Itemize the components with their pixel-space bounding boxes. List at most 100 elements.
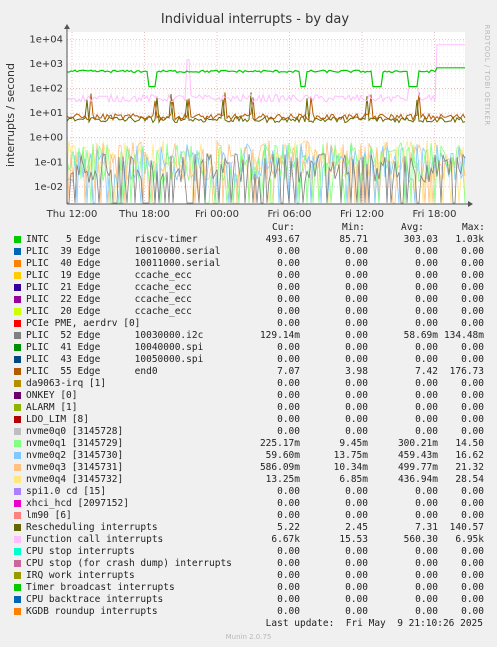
legend-min: 0.00 (345, 582, 368, 593)
legend-label: PLIC 52 Edge 10030000.i2c (26, 330, 204, 341)
legend-row: ALARM [1] 0.00 0.00 0.00 0.00 (14, 402, 490, 414)
legend-max: 0.00 (461, 390, 484, 401)
legend-label: spi1.0 cd [15] (26, 486, 107, 497)
legend-max: 0.00 (461, 594, 484, 605)
legend-row: nvme0q4 [3145732] 13.25m 6.85m 436.94m 28.54 (14, 474, 490, 486)
legend-min: 0.00 (345, 390, 368, 401)
legend-swatch (14, 320, 21, 327)
y-axis-arrow (64, 24, 70, 29)
legend-label: lm90 [6] (26, 510, 72, 521)
legend-min: 0.00 (345, 486, 368, 497)
legend-cur: 7.07 (277, 366, 300, 377)
legend-swatch (14, 332, 21, 339)
legend-row: PLIC 52 Edge 10030000.i2c 129.14m 0.00 58.6… (14, 330, 490, 342)
legend-row: INTC 5 Edge riscv-timer 493.67 85.71 303.03… (14, 234, 490, 246)
legend-row: PLIC 43 Edge 10050000.spi 0.00 0.00 0.00 0.0… (14, 354, 490, 366)
legend-swatch (14, 248, 21, 255)
x-tick-label: Fri 12:00 (340, 209, 384, 220)
chart: Individual interrupts - by day interrupt… (4, 12, 491, 220)
legend-max: 14.50 (455, 438, 484, 449)
legend-label: CPU stop interrupts (26, 546, 135, 557)
legend-max: 0.00 (461, 486, 484, 497)
legend-cur: 0.00 (277, 606, 300, 617)
legend-max: 6.95k (455, 534, 484, 545)
legend-cur: 0.00 (277, 582, 300, 593)
legend-row: KGDB roundup interrupts 0.00 0.00 0.00 0.00 (14, 606, 490, 618)
legend-row: PLIC 20 Edge ccache_ecc 0.00 0.00 0.00 0.00 (14, 306, 490, 318)
legend-swatch (14, 392, 21, 399)
legend-max: 16.62 (455, 450, 484, 461)
legend-label: PLIC 55 Edge end0 (26, 366, 158, 377)
legend-min: 0.00 (345, 342, 368, 353)
legend-cur: 0.00 (277, 390, 300, 401)
header-avg: Avg: (401, 222, 424, 233)
legend-max: 0.00 (461, 270, 484, 281)
legend-max: 28.54 (455, 474, 484, 485)
legend-max: 0.00 (461, 510, 484, 521)
legend-max: 0.00 (461, 606, 484, 617)
legend-swatch (14, 512, 21, 519)
legend-min: 0.00 (345, 330, 368, 341)
legend-swatch (14, 548, 21, 555)
legend-swatch (14, 236, 21, 243)
legend-label: PLIC 43 Edge 10050000.spi (26, 354, 204, 365)
legend-swatch (14, 452, 21, 459)
legend-min: 15.53 (339, 534, 368, 545)
legend-label: CPU stop (for crash dump) interrupts (26, 558, 232, 569)
legend-label: KGDB roundup interrupts (26, 606, 158, 617)
legend-row: ONKEY [0] 0.00 0.00 0.00 0.00 (14, 390, 490, 402)
legend-cur: 0.00 (277, 402, 300, 413)
legend-header: Cur: Min: Avg: Max: (14, 222, 490, 234)
legend-swatch (14, 440, 21, 447)
legend-min: 0.00 (345, 546, 368, 557)
legend-cur: 225.17m (259, 438, 300, 449)
legend-swatch (14, 404, 21, 411)
legend-label: CPU backtrace interrupts (26, 594, 164, 605)
rrdtool-credit: RRDTOOL / TOBI OETIKER (483, 24, 491, 125)
legend-cur: 0.00 (277, 294, 300, 305)
legend-min: 0.00 (345, 594, 368, 605)
legend-swatch (14, 500, 21, 507)
legend-label: PLIC 39 Edge 10010000.serial (26, 246, 221, 257)
legend-cur: 586.09m (259, 462, 300, 473)
legend-cur: 6.67k (271, 534, 300, 545)
header-max: Max: (462, 222, 485, 233)
legend-cur: 0.00 (277, 486, 300, 497)
legend-cur: 0.00 (277, 594, 300, 605)
y-tick-label: 1e+04 (29, 34, 63, 45)
legend-row: Timer broadcast interrupts 0.00 0.00 0.00 0.… (14, 582, 490, 594)
legend-label: Function call interrupts (26, 534, 164, 545)
legend-row: CPU stop interrupts 0.00 0.00 0.00 0.00 (14, 546, 490, 558)
legend-cur: 493.67 (265, 234, 300, 245)
legend-swatch (14, 608, 21, 615)
legend-min: 0.00 (345, 318, 368, 329)
legend-min: 0.00 (345, 510, 368, 521)
legend-label: nvme0q3 [3145731] (26, 462, 124, 473)
legend-row: nvme0q0 [3145728] 0.00 0.00 0.00 0.00 (14, 426, 490, 438)
legend-max: 0.00 (461, 402, 484, 413)
legend-swatch (14, 464, 21, 471)
legend-swatch (14, 380, 21, 387)
legend-swatch (14, 308, 21, 315)
legend-cur: 0.00 (277, 570, 300, 581)
y-tick-label: 1e-01 (34, 157, 63, 168)
legend-max: 0.00 (461, 498, 484, 509)
legend-swatch (14, 356, 21, 363)
legend-label: ALARM [1] (26, 402, 78, 413)
legend-label: PLIC 21 Edge ccache_ecc (26, 282, 192, 293)
legend-max: 0.00 (461, 318, 484, 329)
legend-max: 0.00 (461, 558, 484, 569)
legend-max: 0.00 (461, 378, 484, 389)
legend-label: PCIe PME, aerdrv [0] (26, 318, 141, 329)
legend-cur: 13.25m (265, 474, 300, 485)
legend-cur: 0.00 (277, 498, 300, 509)
legend-swatch (14, 272, 21, 279)
legend-label: nvme0q2 [3145730] (26, 450, 124, 461)
legend-label: nvme0q4 [3145732] (26, 474, 124, 485)
legend-label: IRQ work interrupts (26, 570, 135, 581)
y-tick-label: 1e+01 (29, 108, 63, 119)
legend-swatch (14, 416, 21, 423)
legend-row: nvme0q3 [3145731] 586.09m 10.34m 499.77m 21.… (14, 462, 490, 474)
legend-min: 3.98 (345, 366, 368, 377)
legend-swatch (14, 296, 21, 303)
